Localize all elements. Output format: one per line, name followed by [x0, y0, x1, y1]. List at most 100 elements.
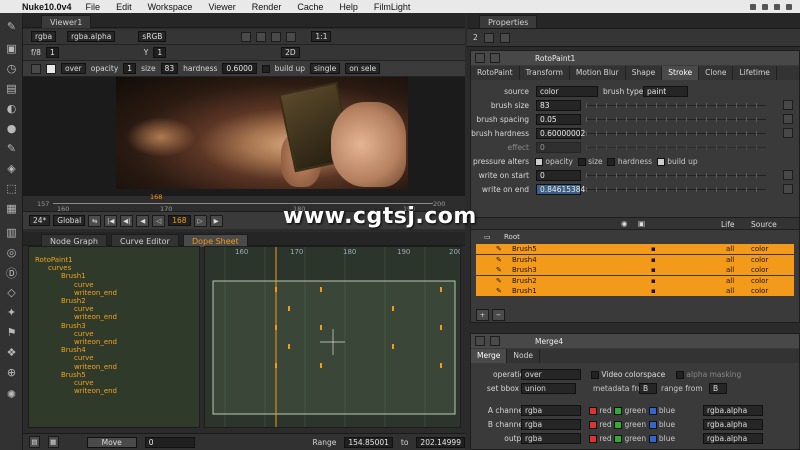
node-view-icon[interactable] [490, 53, 500, 63]
collapse-icon[interactable]: ▦ [47, 436, 59, 448]
deep-icon[interactable]: ◇ [4, 285, 19, 300]
3d-icon[interactable]: ▦ [4, 201, 19, 216]
viewer-canvas[interactable] [23, 77, 465, 195]
node-close-icon[interactable] [475, 336, 485, 346]
write-on-end-field[interactable]: 0.84615384 [536, 184, 585, 195]
tree-item[interactable]: writeon_end [74, 363, 117, 371]
ofx-icon[interactable]: ⊕ [4, 365, 19, 380]
remove-layer-button[interactable]: − [492, 309, 505, 321]
layer-row[interactable]: ✎ Brush4 ▪ all color [476, 254, 794, 265]
animation-icon[interactable] [783, 170, 793, 180]
visibility-icon[interactable]: ▪ [651, 256, 656, 264]
blue-checkbox[interactable] [648, 435, 657, 443]
size-checkbox[interactable] [577, 158, 586, 166]
video-colorspace-checkbox[interactable] [591, 371, 599, 379]
layer-row[interactable]: ✎ Brush3 ▪ all color [476, 265, 794, 275]
image-icon[interactable]: ▣ [4, 41, 19, 56]
write-on-start-slider[interactable] [586, 173, 766, 178]
pause-icon[interactable] [286, 31, 297, 42]
scope-dropdown[interactable]: Global [53, 215, 86, 226]
animation-icon[interactable] [783, 100, 793, 110]
prev-frame-icon[interactable]: ◀ [136, 214, 150, 227]
blend-dropdown[interactable]: over [61, 63, 86, 74]
furnace-icon[interactable]: ❖ [4, 345, 19, 360]
menu-render[interactable]: Render [252, 2, 282, 12]
merge-name[interactable]: Merge4 [535, 337, 563, 346]
operation-dropdown[interactable]: over [521, 369, 581, 380]
output-alpha-dropdown[interactable]: rgba.alpha [703, 433, 763, 444]
keyer-icon[interactable]: ✎ [4, 141, 19, 156]
visibility-icon[interactable]: ▪ [651, 287, 656, 295]
green-checkbox[interactable] [614, 435, 623, 443]
next-frame-icon[interactable]: ▶ [209, 214, 223, 227]
rotopaint-name[interactable]: RotoPaint1 [535, 54, 575, 63]
on-mode-dropdown[interactable]: on sele [345, 63, 381, 74]
tree-brush[interactable]: Brush5 [61, 371, 86, 379]
tree-brush[interactable]: Brush3 [61, 322, 86, 330]
layer-row[interactable]: ✎ Brush1 ▪ all color [476, 286, 794, 296]
tree-item[interactable]: writeon_end [74, 338, 117, 346]
node-close-icon[interactable] [475, 53, 485, 63]
play-icon[interactable]: ▷ [193, 214, 207, 227]
source-dropdown[interactable]: color [536, 86, 598, 97]
app-name[interactable]: Nuke10.0v4 [22, 2, 72, 12]
move-field[interactable]: 0 [144, 436, 195, 448]
hardness-field[interactable]: 0.6000 [222, 63, 257, 74]
brush-spacing-field[interactable]: 0.05 [536, 114, 581, 125]
source-column[interactable]: Source [751, 220, 777, 229]
a-channels-dropdown[interactable]: rgba [521, 405, 581, 416]
root-layer[interactable]: ▭ Root [476, 232, 794, 242]
merge-icon[interactable]: ◈ [4, 161, 19, 176]
opacity-field[interactable]: 1 [123, 63, 137, 74]
menu-help[interactable]: Help [339, 2, 358, 12]
brush-hardness-field[interactable]: 0.60000002 [536, 128, 585, 139]
write-on-end-slider[interactable] [586, 187, 766, 192]
filter-icon[interactable]: ● [4, 121, 19, 136]
menu-viewer[interactable]: Viewer [208, 2, 235, 12]
zoom-dropdown[interactable]: 1:1 [311, 31, 332, 42]
tab-transform[interactable]: Transform [520, 66, 570, 80]
prev-key-icon[interactable]: ◀| [120, 214, 134, 227]
tab-properties[interactable]: Properties [479, 15, 538, 28]
brush-spacing-slider[interactable] [586, 117, 766, 122]
tab-motion-blur[interactable]: Motion Blur [570, 66, 626, 80]
fstop-label[interactable]: f/8 [31, 48, 41, 57]
lock-icon[interactable] [499, 32, 510, 43]
buildup-checkbox[interactable] [656, 158, 665, 166]
tree-item[interactable]: writeon_end [74, 387, 117, 395]
time-icon[interactable]: ◷ [4, 61, 19, 76]
move-button[interactable]: Move [86, 436, 137, 448]
brush-hardness-slider[interactable] [586, 131, 766, 136]
2d-dropdown[interactable]: 2D [281, 47, 300, 58]
other-icon[interactable]: ⚑ [4, 325, 19, 340]
red-checkbox[interactable] [589, 421, 597, 429]
range-from-dropdown[interactable]: B [709, 383, 727, 394]
tree-brush[interactable]: Brush4 [61, 346, 86, 354]
effect-slider[interactable] [586, 145, 766, 150]
transform-icon[interactable]: ⬚ [4, 181, 19, 196]
toolsets-icon[interactable]: ✦ [4, 305, 19, 320]
metadata-dropdown[interactable]: B [639, 383, 657, 394]
color-wheel-icon[interactable]: ✺ [4, 387, 19, 402]
particles-icon[interactable]: Ⓓ [4, 265, 19, 280]
tab-merge[interactable]: Merge [471, 349, 508, 363]
hardness-checkbox[interactable] [607, 158, 616, 166]
roi-icon[interactable] [241, 31, 252, 42]
tree-item[interactable]: curve [74, 354, 94, 362]
clear-icon[interactable] [483, 32, 494, 43]
blue-checkbox[interactable] [648, 407, 657, 415]
green-checkbox[interactable] [614, 407, 623, 415]
visibility-icon[interactable]: ▪ [651, 277, 656, 285]
channels-dropdown[interactable]: rgba [31, 31, 57, 42]
y-field[interactable]: 1 [153, 47, 167, 58]
buildup-checkbox[interactable] [261, 64, 270, 73]
tab-shape[interactable]: Shape [626, 66, 663, 80]
animation-icon[interactable] [783, 114, 793, 124]
blue-checkbox[interactable] [648, 421, 657, 429]
green-checkbox[interactable] [614, 421, 623, 429]
tree-item[interactable]: curve [74, 305, 94, 313]
play-back-icon[interactable]: ◁ [152, 214, 166, 227]
a-channels-alpha-dropdown[interactable]: rgba.alpha [703, 405, 763, 416]
metadata-icon[interactable]: ◎ [4, 245, 19, 260]
b-channels-dropdown[interactable]: rgba [521, 419, 581, 430]
